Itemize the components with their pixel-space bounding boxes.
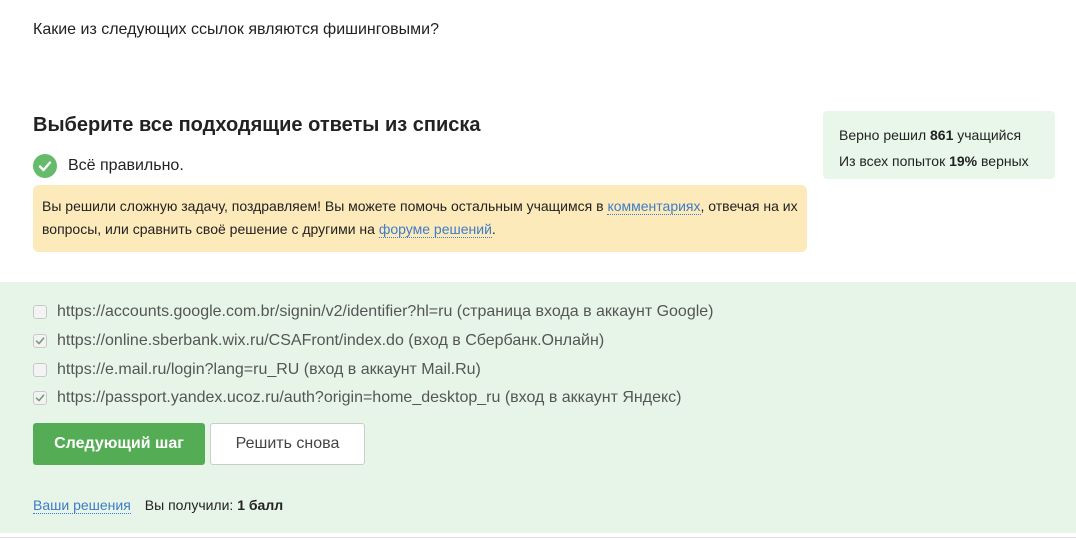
option-checkbox[interactable] <box>33 334 47 349</box>
option-label: https://e.mail.ru/login?lang=ru_RU (вход… <box>57 360 481 378</box>
success-check-icon <box>33 154 57 178</box>
checkmark-icon <box>35 336 45 346</box>
my-solutions-link[interactable]: Ваши решения <box>33 497 131 514</box>
stats-solved: Верно решил 861 учащийся <box>839 127 1022 143</box>
instruction-heading: Выберите все подходящие ответы из списка <box>33 114 481 136</box>
stats-attempts: Из всех попыток 19% верных <box>839 153 1029 169</box>
options-list: https://accounts.google.com.br/signin/v2… <box>33 298 714 413</box>
option-checkbox[interactable] <box>33 362 47 377</box>
footer: Ваши решения Вы получили: 1 балл <box>33 497 283 514</box>
option-label: https://online.sberbank.wix.ru/CSAFront/… <box>57 332 605 350</box>
attempts-percent: 19% <box>949 153 978 169</box>
stats-panel: Верно решил 861 учащийся Из всех попыток… <box>823 111 1055 179</box>
checkmark-icon <box>35 393 45 403</box>
question-text: Какие из следующих ссылок являются фишин… <box>33 21 439 38</box>
option-item[interactable]: https://passport.yandex.ucoz.ru/auth?ori… <box>33 384 714 413</box>
result-text: Всё правильно. <box>68 157 184 174</box>
congrats-hint: Вы решили сложную задачу, поздравляем! В… <box>33 185 807 252</box>
option-checkbox[interactable] <box>33 391 47 406</box>
option-item[interactable]: https://e.mail.ru/login?lang=ru_RU (вход… <box>33 355 714 384</box>
option-item[interactable]: https://accounts.google.com.br/signin/v2… <box>33 298 714 327</box>
option-item[interactable]: https://online.sberbank.wix.ru/CSAFront/… <box>33 327 714 356</box>
comments-link[interactable]: комментариях <box>607 198 701 215</box>
answer-area: https://accounts.google.com.br/signin/v2… <box>0 282 1076 533</box>
score-value: 1 балл <box>237 497 284 513</box>
forum-link[interactable]: форуме решений <box>378 221 492 238</box>
option-checkbox[interactable] <box>33 305 47 320</box>
divider <box>0 537 1076 538</box>
retry-button[interactable]: Решить снова <box>210 423 365 465</box>
option-label: https://accounts.google.com.br/signin/v2… <box>57 303 714 321</box>
next-step-button[interactable]: Следующий шаг <box>33 423 205 465</box>
solved-count: 861 <box>930 127 954 143</box>
hint-text-after: . <box>491 221 496 237</box>
score-text: Вы получили: 1 балл <box>144 497 284 513</box>
hint-text-before: Вы решили сложную задачу, поздравляем! В… <box>42 198 608 214</box>
result-status: Всё правильно. <box>33 154 184 178</box>
option-label: https://passport.yandex.ucoz.ru/auth?ori… <box>57 389 682 407</box>
